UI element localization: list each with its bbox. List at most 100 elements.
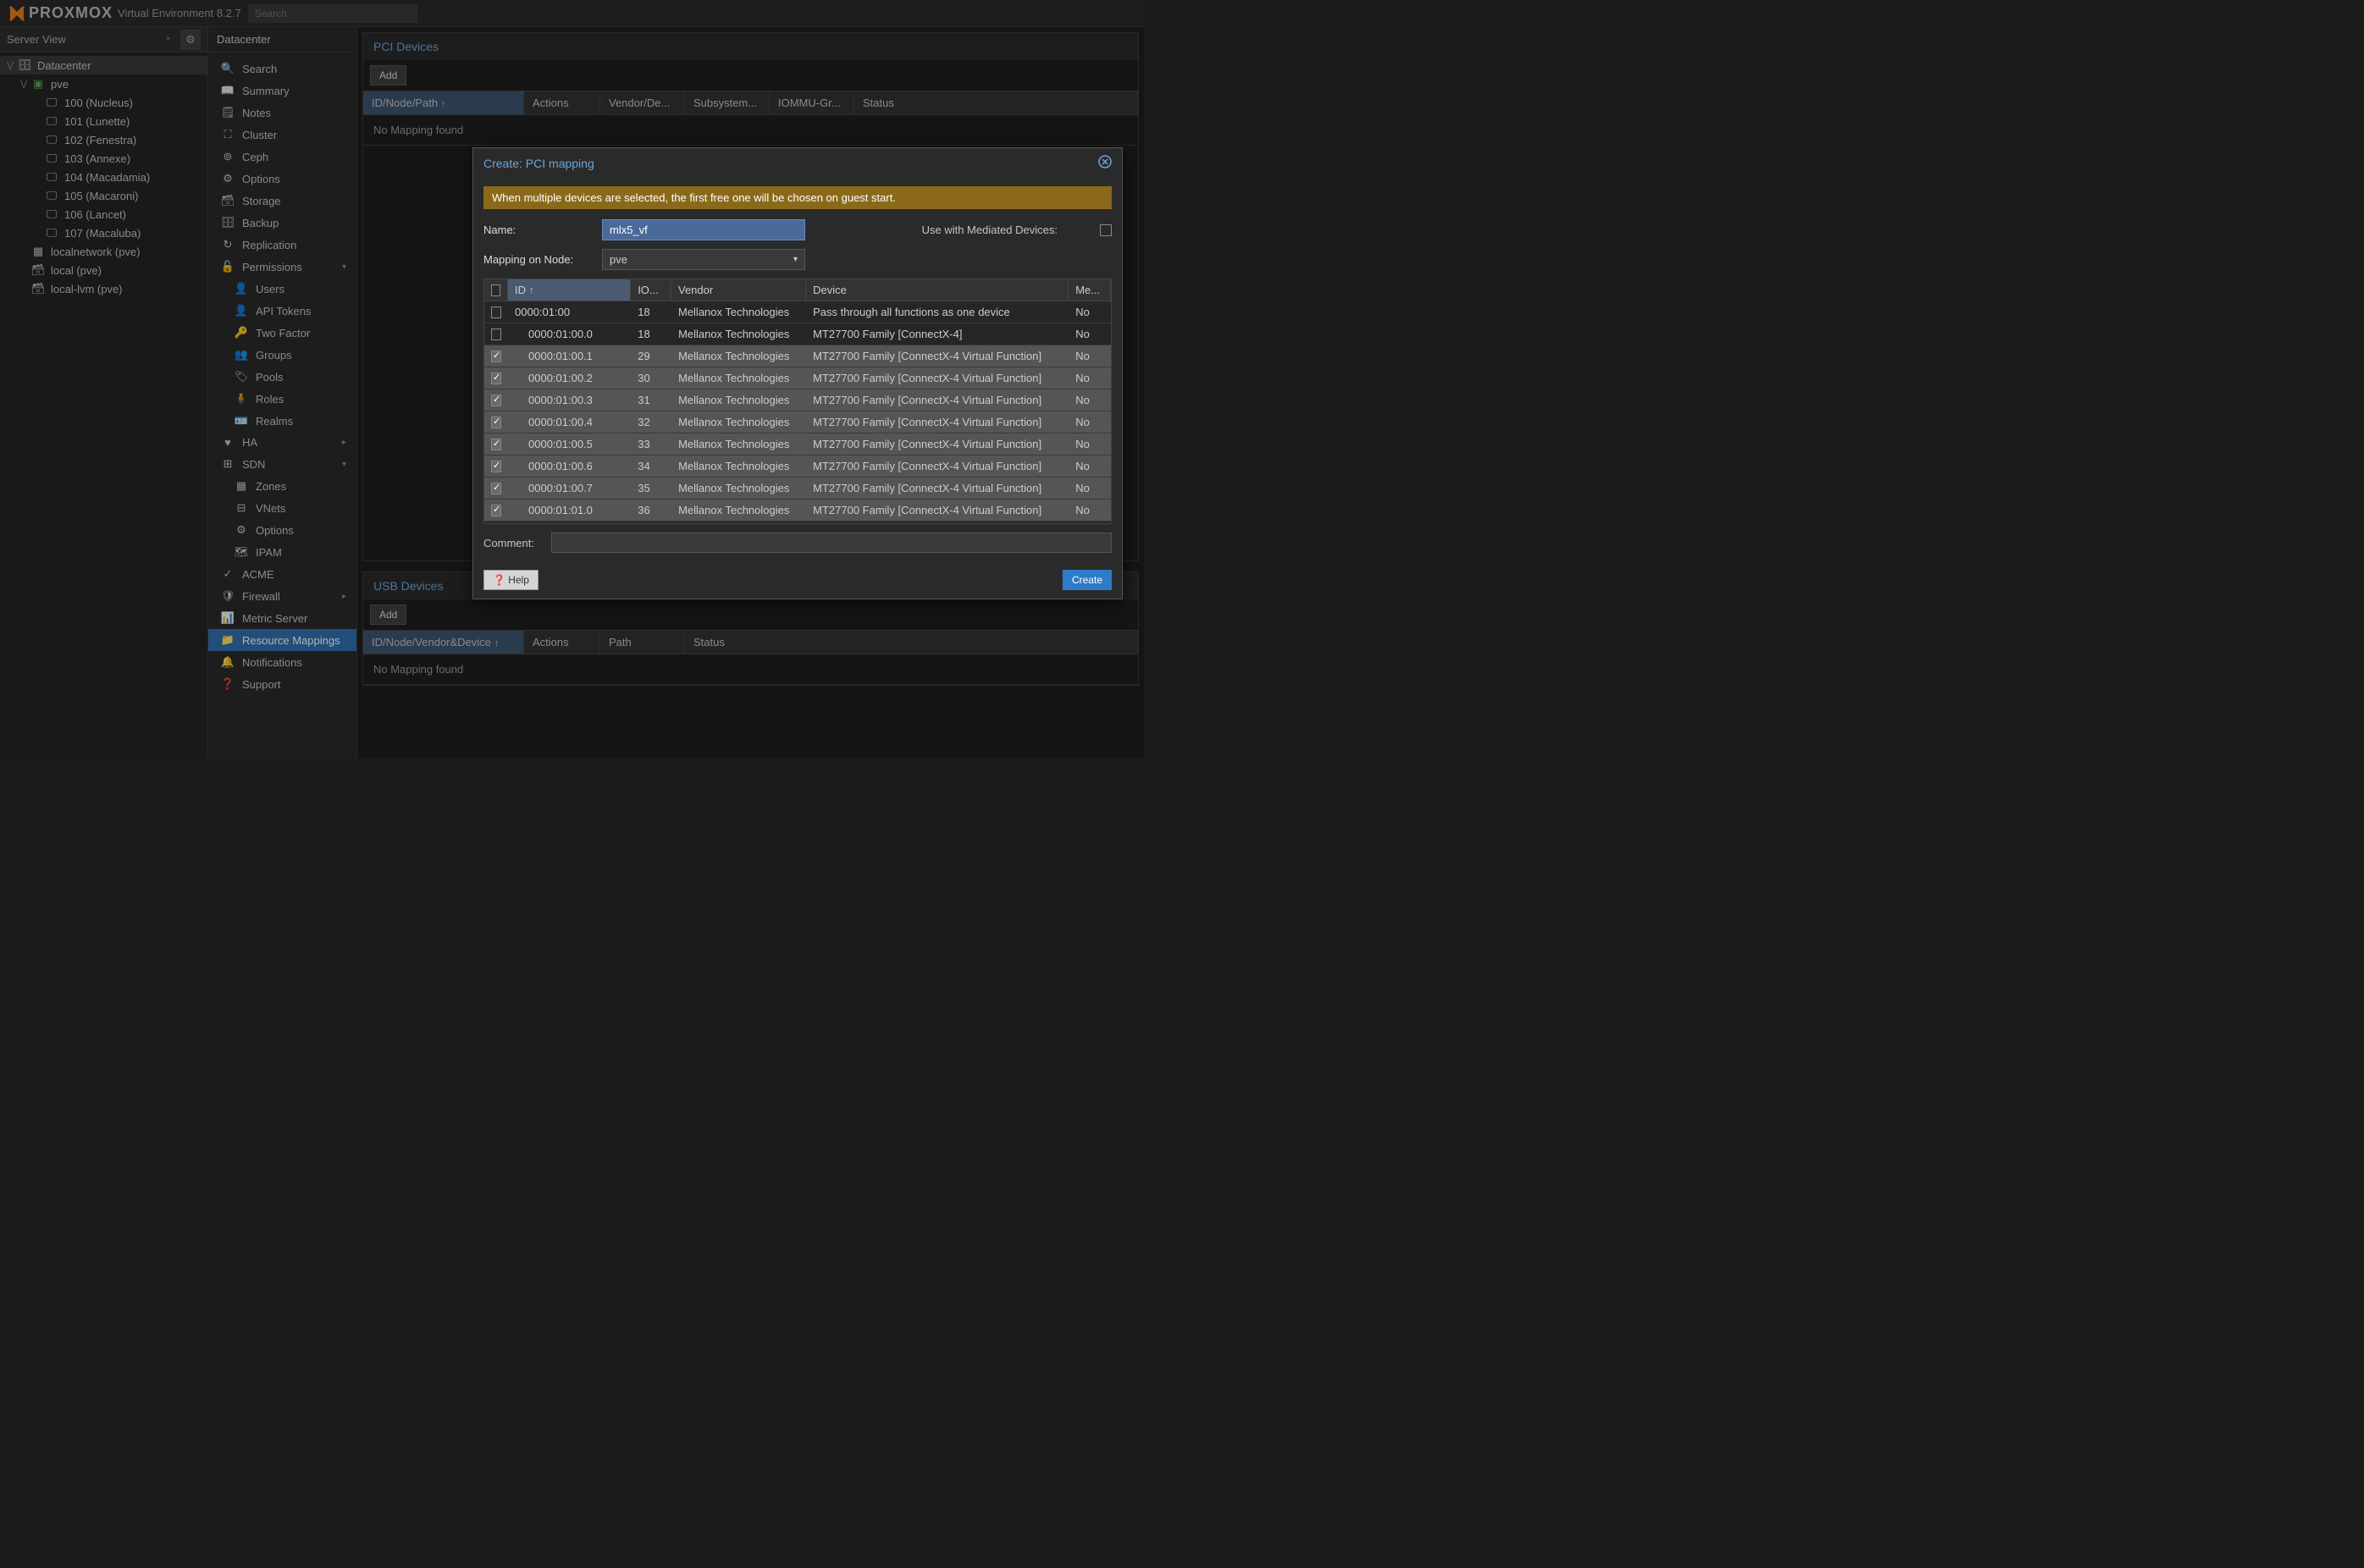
create-pci-mapping-dialog: Create: PCI mapping When multiple device… xyxy=(472,147,1123,599)
col-device[interactable]: Device xyxy=(806,279,1069,301)
cell-device: MT27700 Family [ConnectX-4 Virtual Funct… xyxy=(806,455,1069,477)
device-row[interactable]: 0000:01:00.129Mellanox TechnologiesMT277… xyxy=(484,345,1111,367)
device-row[interactable]: 0000:01:00.230Mellanox TechnologiesMT277… xyxy=(484,367,1111,389)
cell-device: Pass through all functions as one device xyxy=(806,301,1069,323)
device-row[interactable]: 0000:01:00.018Mellanox TechnologiesMT277… xyxy=(484,323,1111,345)
cell-vendor: Mellanox Technologies xyxy=(671,301,806,323)
cell-iommu: 35 xyxy=(631,478,671,499)
row-checkbox[interactable] xyxy=(491,351,501,362)
row-checkbox[interactable] xyxy=(491,483,501,494)
cell-mediated: No xyxy=(1069,433,1111,455)
cell-iommu: 29 xyxy=(631,345,671,367)
cell-mediated: No xyxy=(1069,389,1111,411)
cell-mediated: No xyxy=(1069,323,1111,345)
cell-iommu: 36 xyxy=(631,500,671,521)
node-select[interactable]: pve ▾ xyxy=(602,249,805,270)
device-row[interactable]: 0000:02:00.019Samsung Electronics No xyxy=(484,522,1111,524)
col-mediated[interactable]: Me... xyxy=(1069,279,1111,301)
cell-id: 0000:01:00.5 xyxy=(508,433,631,455)
cell-mediated: No xyxy=(1069,411,1111,433)
row-checkbox[interactable] xyxy=(491,439,501,450)
cell-device: MT27700 Family [ConnectX-4] xyxy=(806,323,1069,345)
cell-iommu: 32 xyxy=(631,411,671,433)
cell-id: 0000:01:00.6 xyxy=(508,455,631,477)
node-label: Mapping on Node: xyxy=(483,253,585,266)
cell-id: 0000:01:01.0 xyxy=(508,500,631,521)
cell-mediated: No xyxy=(1069,301,1111,323)
cell-id: 0000:01:00.2 xyxy=(508,367,631,389)
cell-id: 0000:01:00.1 xyxy=(508,345,631,367)
cell-vendor: Mellanox Technologies xyxy=(671,367,806,389)
device-row[interactable]: 0000:01:00.634Mellanox TechnologiesMT277… xyxy=(484,455,1111,478)
cell-id: 0000:01:00.3 xyxy=(508,389,631,411)
cell-device xyxy=(806,522,1069,524)
cell-mediated: No xyxy=(1069,367,1111,389)
cell-iommu: 30 xyxy=(631,367,671,389)
cell-iommu: 18 xyxy=(631,301,671,323)
cell-device: MT27700 Family [ConnectX-4 Virtual Funct… xyxy=(806,345,1069,367)
col-vendor[interactable]: Vendor xyxy=(671,279,806,301)
cell-id: 0000:01:00.0 xyxy=(508,323,631,345)
col-checkbox[interactable] xyxy=(484,279,508,301)
cell-vendor: Mellanox Technologies xyxy=(671,455,806,477)
cell-vendor: Mellanox Technologies xyxy=(671,323,806,345)
row-checkbox[interactable] xyxy=(491,373,501,384)
row-checkbox[interactable] xyxy=(491,395,501,406)
cell-vendor: Mellanox Technologies xyxy=(671,345,806,367)
chevron-down-icon: ▾ xyxy=(793,255,798,264)
row-checkbox[interactable] xyxy=(491,505,501,516)
cell-mediated: No xyxy=(1069,500,1111,521)
device-row[interactable]: 0000:01:00.533Mellanox TechnologiesMT277… xyxy=(484,433,1111,455)
cell-vendor: Mellanox Technologies xyxy=(671,433,806,455)
cell-vendor: Mellanox Technologies xyxy=(671,478,806,499)
help-button[interactable]: ❓ Help xyxy=(483,570,539,590)
cell-mediated: No xyxy=(1069,455,1111,477)
cell-iommu: 34 xyxy=(631,455,671,477)
cell-device: MT27700 Family [ConnectX-4 Virtual Funct… xyxy=(806,500,1069,521)
cell-mediated: No xyxy=(1069,478,1111,499)
col-iommu[interactable]: IO... xyxy=(631,279,671,301)
cell-vendor: Mellanox Technologies xyxy=(671,500,806,521)
cell-id: 0000:01:00.7 xyxy=(508,478,631,499)
cell-device: MT27700 Family [ConnectX-4 Virtual Funct… xyxy=(806,411,1069,433)
row-checkbox[interactable] xyxy=(491,461,501,472)
close-icon[interactable] xyxy=(1098,155,1112,171)
cell-device: MT27700 Family [ConnectX-4 Virtual Funct… xyxy=(806,433,1069,455)
cell-device: MT27700 Family [ConnectX-4 Virtual Funct… xyxy=(806,478,1069,499)
device-row[interactable]: 0000:01:01.036Mellanox TechnologiesMT277… xyxy=(484,500,1111,522)
cell-mediated: No xyxy=(1069,522,1111,524)
row-checkbox[interactable] xyxy=(491,417,501,428)
name-label: Name: xyxy=(483,224,585,236)
cell-device: MT27700 Family [ConnectX-4 Virtual Funct… xyxy=(806,389,1069,411)
col-id[interactable]: ID↑ xyxy=(508,279,631,301)
create-button[interactable]: Create xyxy=(1063,570,1112,590)
cell-id: 0000:02:00.0 xyxy=(508,522,631,524)
cell-iommu: 18 xyxy=(631,323,671,345)
row-checkbox[interactable] xyxy=(491,306,501,318)
cell-iommu: 31 xyxy=(631,389,671,411)
name-input[interactable] xyxy=(602,219,805,240)
cell-iommu: 33 xyxy=(631,433,671,455)
comment-label: Comment: xyxy=(483,537,534,549)
help-icon: ❓ xyxy=(493,574,505,586)
device-row[interactable]: 0000:01:00.331Mellanox TechnologiesMT277… xyxy=(484,389,1111,411)
device-row[interactable]: 0000:01:0018Mellanox TechnologiesPass th… xyxy=(484,301,1111,323)
mediated-checkbox[interactable] xyxy=(1100,224,1112,236)
device-grid: ID↑ IO... Vendor Device Me... 0000:01:00… xyxy=(483,279,1112,524)
row-checkbox[interactable] xyxy=(491,329,501,340)
comment-input[interactable] xyxy=(551,533,1112,553)
device-row[interactable]: 0000:01:00.432Mellanox TechnologiesMT277… xyxy=(484,411,1111,433)
cell-vendor: Samsung Electronics xyxy=(671,522,806,524)
mediated-label: Use with Mediated Devices: xyxy=(922,224,1058,236)
cell-id: 0000:01:00.4 xyxy=(508,411,631,433)
info-banner: When multiple devices are selected, the … xyxy=(483,186,1112,209)
cell-iommu: 19 xyxy=(631,522,671,524)
cell-vendor: Mellanox Technologies xyxy=(671,389,806,411)
cell-id: 0000:01:00 xyxy=(508,301,631,323)
cell-device: MT27700 Family [ConnectX-4 Virtual Funct… xyxy=(806,367,1069,389)
cell-mediated: No xyxy=(1069,345,1111,367)
device-row[interactable]: 0000:01:00.735Mellanox TechnologiesMT277… xyxy=(484,478,1111,500)
dialog-title: Create: PCI mapping xyxy=(483,157,594,170)
cell-vendor: Mellanox Technologies xyxy=(671,411,806,433)
sort-asc-icon: ↑ xyxy=(529,285,534,295)
